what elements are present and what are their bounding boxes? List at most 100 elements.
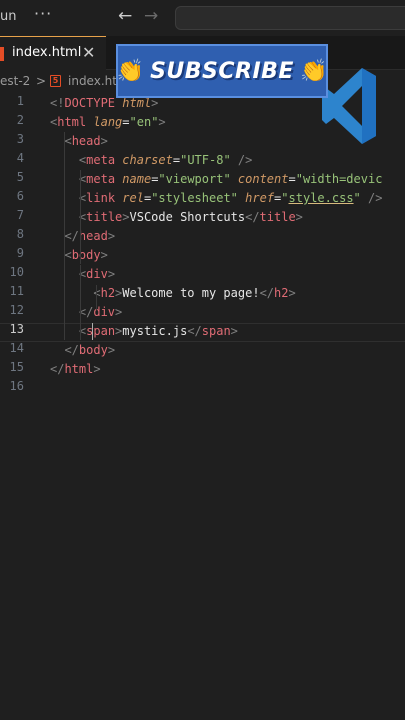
code-token: </ xyxy=(50,362,65,376)
code-token: div xyxy=(86,267,108,281)
code-line[interactable]: </html> xyxy=(50,360,101,379)
close-icon[interactable]: ✕ xyxy=(82,43,95,62)
code-token: head xyxy=(78,229,108,243)
code-token: > xyxy=(288,286,296,300)
code-token: h2 xyxy=(100,286,116,300)
tab-label: index.html xyxy=(12,45,82,60)
line-number: 10 xyxy=(9,265,24,279)
html-file-icon xyxy=(0,47,4,61)
code-token: <! xyxy=(50,96,65,110)
code-token: "UTF-8" xyxy=(180,153,231,167)
code-line[interactable]: <h2>Welcome to my page!</h2> xyxy=(50,284,296,303)
code-token: head xyxy=(71,134,101,148)
code-token: span xyxy=(201,324,231,338)
code-line[interactable]: </head> xyxy=(50,227,115,246)
tab-index-html[interactable]: index.html ✕ xyxy=(0,36,106,70)
code-token: /> xyxy=(230,153,253,167)
code-token: VSCode Shortcuts xyxy=(129,210,246,224)
code-line[interactable]: <div> xyxy=(50,265,115,284)
command-center-search[interactable] xyxy=(175,6,405,30)
code-token: < xyxy=(64,134,72,148)
code-line[interactable]: <span>mystic.js</span> xyxy=(50,322,238,341)
code-line[interactable]: <head> xyxy=(50,132,108,151)
code-token: charset xyxy=(122,153,173,167)
clapping-hands-icon: 👏 xyxy=(116,58,145,84)
line-number: 16 xyxy=(9,379,24,393)
line-number: 7 xyxy=(16,208,24,222)
code-token: = xyxy=(172,153,181,167)
code-token: > xyxy=(100,134,108,148)
code-token: span xyxy=(86,324,116,338)
code-line[interactable]: <meta name="viewport" content="width=dev… xyxy=(50,170,383,189)
code-token: html xyxy=(57,115,87,129)
code-line[interactable]: <link rel="stylesheet" href="style.css" … xyxy=(50,189,383,208)
subscribe-label: SUBSCRIBE xyxy=(150,58,294,84)
code-token: mystic.js xyxy=(122,324,188,338)
indent-guide xyxy=(80,170,81,264)
code-token: title xyxy=(259,210,296,224)
code-line[interactable]: </body> xyxy=(50,341,115,360)
code-token: > xyxy=(230,324,238,338)
line-number: 11 xyxy=(9,284,24,298)
breadcrumb-separator: > xyxy=(36,74,47,88)
line-number: 13 xyxy=(9,322,24,336)
code-token: < xyxy=(64,248,72,262)
code-token: "en" xyxy=(129,115,159,129)
indent-guide xyxy=(64,132,65,340)
code-token: </ xyxy=(259,286,275,300)
code-token: > xyxy=(122,210,130,224)
code-token: " xyxy=(281,191,289,205)
code-token: </ xyxy=(187,324,202,338)
code-token: > xyxy=(115,305,123,319)
code-token: " xyxy=(353,191,361,205)
line-number: 9 xyxy=(16,246,24,260)
code-token: h2 xyxy=(274,286,289,300)
code-token: name xyxy=(122,172,152,186)
breadcrumb-folder[interactable]: est-2 xyxy=(0,74,30,88)
back-arrow-icon[interactable]: ← xyxy=(118,6,132,26)
code-token: </ xyxy=(245,210,260,224)
menu-item-run[interactable]: un xyxy=(0,9,16,24)
line-number: 3 xyxy=(16,132,24,146)
code-line[interactable]: <title>VSCode Shortcuts</title> xyxy=(50,208,303,227)
code-token: > xyxy=(151,96,159,110)
code-line[interactable]: <html lang="en"> xyxy=(50,113,166,132)
code-token: > xyxy=(107,229,116,243)
subscribe-banner[interactable]: 👏 SUBSCRIBE 👏 xyxy=(116,44,328,98)
line-number: 12 xyxy=(9,303,24,317)
code-token: Welcome to my page! xyxy=(122,286,260,300)
code-token: </ xyxy=(64,229,79,243)
code-token: html xyxy=(122,96,152,110)
code-token: link xyxy=(86,191,116,205)
code-token: style.css xyxy=(288,191,354,205)
code-token: = xyxy=(122,115,130,129)
code-token: href xyxy=(245,191,275,205)
code-token: body xyxy=(78,343,108,357)
code-line[interactable]: </div> xyxy=(50,303,122,322)
code-editor[interactable]: 1 2 3 4 5 6 7 8 9 10 11 12 13 14 15 16 <!DOCTYPE html> <… xyxy=(0,92,405,720)
code-token: > xyxy=(107,343,116,357)
code-token: meta xyxy=(86,153,116,167)
line-number: 5 xyxy=(16,170,24,184)
code-token: DOCTYPE xyxy=(64,96,116,110)
code-token: = xyxy=(288,172,296,186)
code-line[interactable]: <body> xyxy=(50,246,107,265)
code-token: meta xyxy=(86,172,116,186)
code-token: lang xyxy=(93,115,123,129)
code-line[interactable]: <meta charset="UTF-8" /> xyxy=(50,151,252,170)
indent-guide xyxy=(96,285,97,310)
title-bar: un ··· ← → xyxy=(0,0,405,36)
code-token: </ xyxy=(64,343,79,357)
vscode-logo-icon xyxy=(322,68,376,144)
code-token: > xyxy=(295,210,303,224)
line-number: 15 xyxy=(9,360,24,374)
code-token: > xyxy=(93,362,101,376)
line-number: 2 xyxy=(16,113,24,127)
forward-arrow-icon[interactable]: → xyxy=(144,6,158,26)
more-menu-icon[interactable]: ··· xyxy=(34,4,52,23)
